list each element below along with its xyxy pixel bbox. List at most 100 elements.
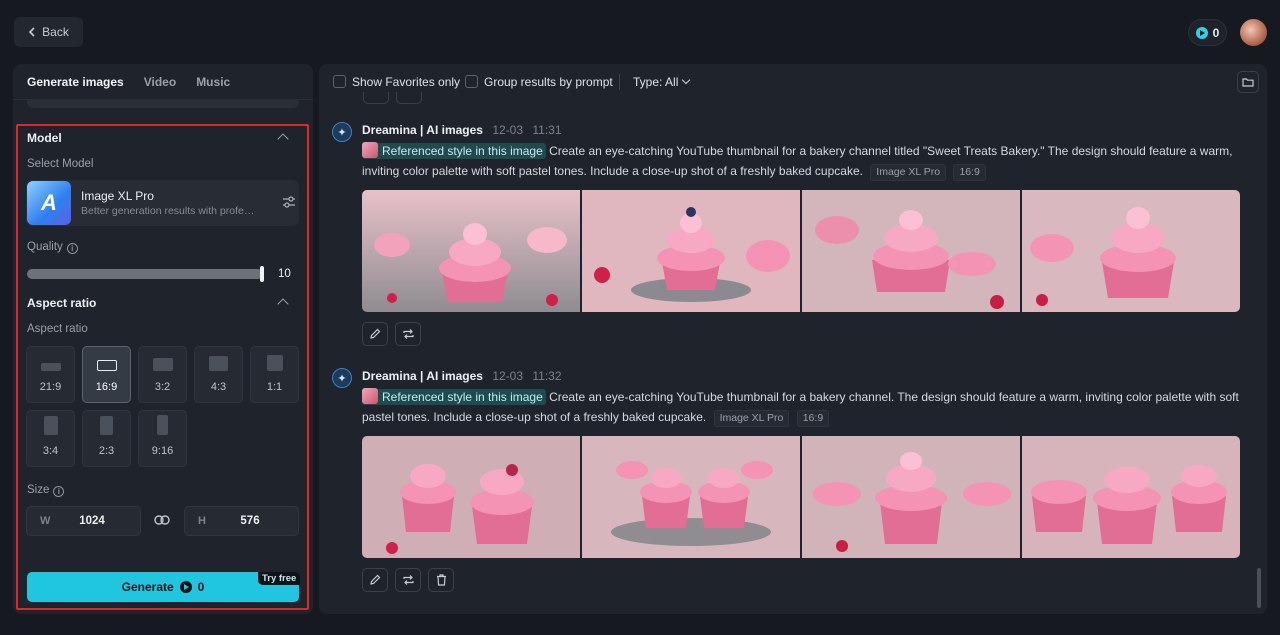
tab-video[interactable]: Video xyxy=(144,75,176,89)
ratio-shape xyxy=(96,360,117,371)
divider xyxy=(619,74,620,90)
avatar[interactable] xyxy=(1240,19,1267,46)
entry-header: Dreamina | AI images 12-03 11:31 xyxy=(362,123,562,137)
ratio-shape xyxy=(157,415,168,435)
aspect-ratio-label: Aspect ratio xyxy=(27,323,88,335)
height-value: 576 xyxy=(240,515,260,527)
back-label: Back xyxy=(42,25,69,39)
folder-button[interactable] xyxy=(1237,71,1259,93)
ratio-label: 9:16 xyxy=(151,445,174,457)
entry-actions xyxy=(362,322,421,346)
entry-time: 11:31 xyxy=(532,123,562,137)
model-name: Image XL Pro xyxy=(81,189,154,203)
results-panel: Show Favorites only Group results by pro… xyxy=(319,64,1267,614)
entry-actions xyxy=(362,568,454,592)
info-icon[interactable]: i xyxy=(53,486,65,497)
size-label: Size i xyxy=(27,484,65,497)
generated-image[interactable] xyxy=(802,190,1020,312)
previous-action-stub[interactable] xyxy=(396,92,422,104)
generated-image[interactable] xyxy=(802,436,1020,558)
reference-tag[interactable]: Referenced style in this image xyxy=(362,142,546,159)
tab-generate-images[interactable]: Generate images xyxy=(27,75,124,89)
quality-slider-thumb[interactable] xyxy=(260,266,264,282)
entry-time: 11:32 xyxy=(532,369,562,383)
try-free-badge: Try free xyxy=(258,572,301,585)
credit-coin-icon xyxy=(179,581,192,593)
ratio-2-3[interactable]: 2:3 xyxy=(82,410,131,467)
ratio-9-16[interactable]: 9:16 xyxy=(138,410,187,467)
generated-image[interactable] xyxy=(1022,436,1240,558)
filter-bar: Show Favorites only Group results by pro… xyxy=(319,64,1267,100)
generated-image[interactable] xyxy=(1022,190,1240,312)
result-entry: ✦ Dreamina | AI images 12-03 11:31 Refer… xyxy=(332,122,1252,352)
quality-slider[interactable] xyxy=(27,269,263,279)
ratio-chip: 16:9 xyxy=(796,409,830,427)
back-button[interactable]: Back xyxy=(14,17,83,47)
cupcake-image xyxy=(1022,190,1240,312)
folder-icon xyxy=(1242,78,1254,87)
model-chip: Image XL Pro xyxy=(870,163,947,181)
credits-badge[interactable]: 0 xyxy=(1188,19,1227,46)
edit-button[interactable] xyxy=(362,568,388,592)
entry-prompt: Referenced style in this image Create an… xyxy=(362,388,1252,427)
ratio-label: 16:9 xyxy=(95,381,118,393)
edit-button[interactable] xyxy=(362,322,388,346)
ratio-1-1[interactable]: 1:1 xyxy=(250,346,299,403)
entry-date: 12-03 xyxy=(492,123,524,137)
group-results-checkbox[interactable] xyxy=(465,75,478,88)
cupcake-image xyxy=(582,190,800,312)
show-favorites-label[interactable]: Show Favorites only xyxy=(352,75,460,89)
select-model-label: Select Model xyxy=(27,158,94,170)
link-icon[interactable] xyxy=(154,514,170,526)
collapsed-section-stub xyxy=(27,100,299,108)
ratio-4-3[interactable]: 4:3 xyxy=(194,346,243,403)
ratio-label: 3:4 xyxy=(42,445,59,457)
cupcake-image xyxy=(802,190,1020,312)
mode-tabs: Generate images Video Music xyxy=(13,64,313,100)
model-chip: Image XL Pro xyxy=(713,409,790,427)
generated-image[interactable] xyxy=(582,436,800,558)
cupcake-image xyxy=(802,436,1020,558)
show-favorites-checkbox[interactable] xyxy=(333,75,346,88)
ratio-21-9[interactable]: 21:9 xyxy=(26,346,75,403)
sliders-icon[interactable] xyxy=(282,195,296,209)
info-icon[interactable]: i xyxy=(66,243,78,254)
entry-date: 12-03 xyxy=(492,369,524,383)
ratio-label: 4:3 xyxy=(210,381,227,393)
model-selector[interactable]: A Image XL Pro Better generation results… xyxy=(26,180,299,226)
entry-source: Dreamina | AI images xyxy=(362,369,483,383)
reference-tag[interactable]: Referenced style in this image xyxy=(362,388,546,405)
height-letter: H xyxy=(198,515,206,527)
ratio-chip: 16:9 xyxy=(953,163,986,181)
ratio-shape xyxy=(266,355,283,371)
size-label-text: Size xyxy=(27,484,50,496)
generated-image[interactable] xyxy=(362,190,580,312)
ratio-3-2[interactable]: 3:2 xyxy=(138,346,187,403)
scrollbar[interactable] xyxy=(1257,568,1261,608)
height-input[interactable]: H 576 xyxy=(184,506,299,536)
chevron-down-icon xyxy=(682,75,691,85)
aspect-section-title[interactable]: Aspect ratio xyxy=(27,296,96,310)
ratio-label: 21:9 xyxy=(39,381,62,393)
credit-coin-icon xyxy=(1195,26,1208,39)
ratio-16-9[interactable]: 16:9 xyxy=(82,346,131,403)
reference-tag-text: Referenced style in this image xyxy=(382,144,543,158)
type-filter[interactable]: Type: All xyxy=(633,75,691,89)
cupcake-image xyxy=(362,436,580,558)
delete-button[interactable] xyxy=(428,568,454,592)
regenerate-button[interactable] xyxy=(395,568,421,592)
generated-image[interactable] xyxy=(362,436,580,558)
ratio-shape xyxy=(152,358,173,371)
result-entry: ✦ Dreamina | AI images 12-03 11:32 Refer… xyxy=(332,368,1252,600)
group-results-label[interactable]: Group results by prompt xyxy=(484,75,613,89)
ratio-shape xyxy=(40,363,61,371)
dreamina-logo-icon: ✦ xyxy=(332,122,352,142)
generation-settings-panel: Generate images Video Music Model Select… xyxy=(13,64,313,614)
width-input[interactable]: W 1024 xyxy=(26,506,141,536)
tab-music[interactable]: Music xyxy=(196,75,230,89)
regenerate-button[interactable] xyxy=(395,322,421,346)
previous-action-stub[interactable] xyxy=(363,92,389,104)
model-section-title[interactable]: Model xyxy=(27,131,62,145)
ratio-3-4[interactable]: 3:4 xyxy=(26,410,75,467)
generated-image[interactable] xyxy=(582,190,800,312)
